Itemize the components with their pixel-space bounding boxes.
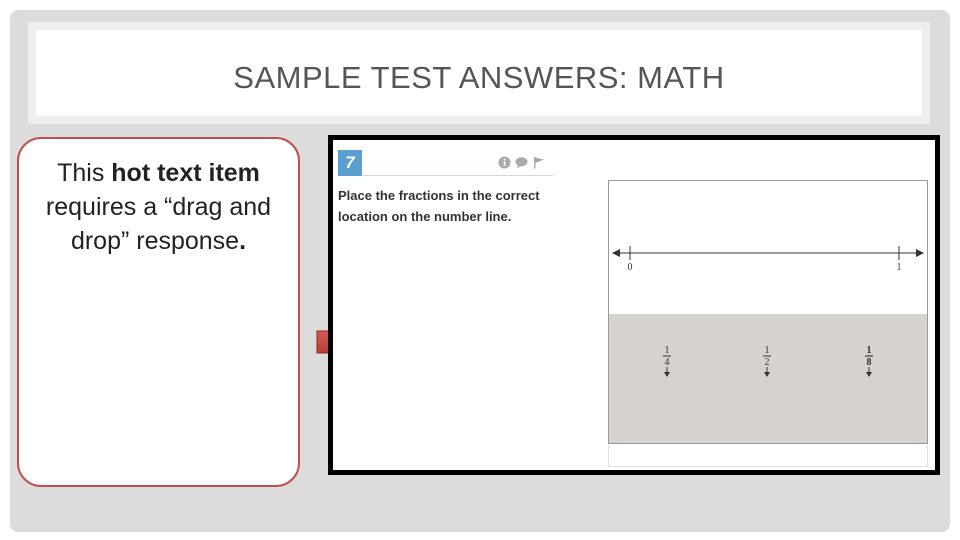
title-box: SAMPLE TEST ANSWERS: MATH (28, 22, 930, 124)
question-tools (498, 156, 545, 169)
number-line: 0 1 (612, 246, 924, 273)
fraction-2-numerator: 1 (765, 345, 770, 356)
fraction-tile-2[interactable]: 1 2 (763, 345, 771, 377)
note-bold-1: hot text item (111, 159, 260, 187)
slide-title: SAMPLE TEST ANSWERS: MATH (233, 60, 725, 95)
fraction-1-denominator: 4 (665, 357, 670, 368)
right-arrowhead-icon (916, 249, 924, 257)
fraction-3-denominator: 8 (867, 357, 872, 368)
drag-pointer-icon (664, 372, 670, 377)
drag-pointer-icon (866, 372, 872, 377)
note-text: This hot text item requires a “drag and … (25, 156, 292, 258)
test-item-screenshot: 7 Place the fractions in the correct loc… (328, 135, 940, 475)
fraction-1-numerator: 1 (665, 345, 670, 356)
info-icon[interactable] (498, 156, 511, 169)
note-part-2: requires a “drag and drop” response (45, 193, 272, 255)
question-header-divider (363, 175, 553, 176)
comment-icon[interactable] (515, 156, 528, 169)
note-part-1: This (57, 159, 112, 187)
fraction-tile-3[interactable]: 1 8 (865, 345, 873, 377)
note-box: This hot text item requires a “drag and … (17, 137, 300, 487)
fraction-tray: 1 4 1 2 1 8 (609, 314, 927, 443)
fraction-3-numerator: 1 (867, 345, 872, 356)
drag-pointer-icon (764, 372, 770, 377)
left-arrowhead-icon (612, 249, 620, 257)
note-bold-2: . (239, 227, 247, 255)
drag-drop-work-area: 0 1 1 4 1 2 1 8 (608, 180, 928, 444)
work-area-footer (608, 445, 928, 467)
fraction-2-denominator: 2 (765, 357, 770, 368)
fraction-tile-1[interactable]: 1 4 (663, 345, 671, 377)
fraction-tiles: 1 4 1 2 1 8 (663, 345, 873, 377)
flag-icon[interactable] (532, 156, 545, 169)
question-number-badge: 7 (338, 150, 362, 176)
tick-label-one: 1 (897, 262, 902, 273)
tick-label-zero: 0 (628, 262, 633, 273)
question-prompt: Place the fractions in the correct locat… (338, 188, 540, 224)
